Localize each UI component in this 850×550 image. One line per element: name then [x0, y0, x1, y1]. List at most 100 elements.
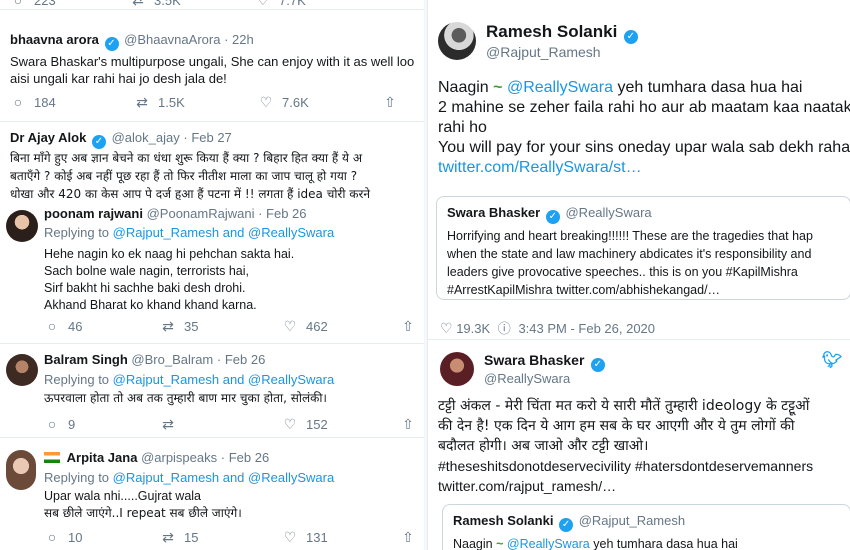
quote-text: Naagin ~ @ReallySwara yeh tumhara dasa h…: [453, 537, 738, 550]
tweet-poonam[interactable]: poonam rajwani @PoonamRajwani · Feb 26 R…: [0, 200, 425, 344]
quote-header: Ramesh Solanki ✓ @Rajput_Ramesh: [453, 513, 685, 532]
share-action[interactable]: ⇧: [400, 318, 424, 335]
author-name[interactable]: bhaavna arora: [10, 32, 99, 47]
reply-action[interactable]: ○ 46: [44, 318, 83, 334]
author-handle[interactable]: @ReallySwara: [565, 205, 651, 220]
tweet-header: Balram Singh @Bro_Balram · Feb 26: [44, 352, 266, 367]
avatar[interactable]: [438, 22, 476, 60]
author-name[interactable]: Balram Singh: [44, 352, 128, 367]
retweet-action[interactable]: ⇄ 15: [160, 529, 198, 546]
reply-icon: ○: [13, 94, 23, 110]
mention-link[interactable]: @ReallySwara: [507, 537, 590, 550]
author-handle[interactable]: @PoonamRajwani: [147, 206, 255, 221]
tweet-text: Hehe nagin ko ek naag hi pehchan sakta h…: [44, 247, 295, 312]
tweet-header: poonam rajwani @PoonamRajwani · Feb 26: [44, 206, 307, 221]
share-action[interactable]: ⇧: [400, 416, 424, 433]
author-name[interactable]: Swara Bhasker: [447, 205, 540, 220]
reply-action[interactable]: ○ 184: [10, 94, 56, 110]
avatar[interactable]: [6, 354, 38, 386]
mention-link[interactable]: @Rajput_Ramesh: [113, 225, 219, 240]
mention-link[interactable]: @Rajput_Ramesh: [113, 372, 219, 387]
quoted-tweet[interactable]: Ramesh Solanki ✓ @Rajput_Ramesh Naagin ~…: [442, 504, 850, 550]
author-name[interactable]: Swara Bhasker: [484, 352, 584, 368]
avatar[interactable]: [6, 450, 36, 490]
replying-to: Replying to @Rajput_Ramesh and @ReallySw…: [44, 470, 335, 485]
like-action[interactable]: ♡ 131: [282, 529, 328, 546]
reply-action[interactable]: ○ 10: [44, 529, 83, 545]
author-handle[interactable]: @Rajput_Ramesh: [486, 44, 601, 60]
author-name[interactable]: poonam rajwani: [44, 206, 143, 221]
verified-badge-icon: ✓: [623, 30, 638, 44]
like-action[interactable]: ♡ 7.6K: [258, 94, 309, 111]
snake-emoji-icon: ~: [496, 537, 504, 550]
retweet-action[interactable]: ⇄: [160, 416, 184, 433]
tweet-header: Dr Ajay Alok ✓ @alok_ajay · Feb 27: [10, 130, 232, 149]
mention-link[interactable]: @ReallySwara: [507, 79, 613, 96]
avatar[interactable]: [6, 210, 38, 242]
avatar[interactable]: [440, 352, 474, 386]
retweet-action[interactable]: ⇄ 3.5K: [130, 0, 181, 9]
share-icon: ⇧: [402, 318, 414, 334]
retweet-action[interactable]: ⇄ 35: [160, 318, 198, 335]
mention-link[interactable]: @ReallySwara: [248, 225, 334, 240]
quoted-tweet[interactable]: Swara Bhasker ✓ @ReallySwara Horrifying …: [436, 196, 850, 300]
tweet-text: टट्टी अंकल - मेरी चिंता मत करो ये सारी म…: [438, 398, 810, 454]
share-action[interactable]: ⇧: [382, 94, 406, 111]
verified-badge-icon: ✓: [545, 210, 560, 224]
snake-emoji-icon: ~: [493, 79, 503, 96]
author-name[interactable]: Dr Ajay Alok: [10, 130, 86, 145]
like-action[interactable]: ♡ 7.7K: [255, 0, 306, 9]
author-handle[interactable]: @BhaavnaArora: [124, 32, 220, 47]
quote-text: Horrifying and heart breaking!!!!!! Thes…: [447, 229, 813, 297]
tweet-text: Swara Bhaskar's multipurpose ungali, She…: [10, 54, 415, 86]
tweet-link[interactable]: twitter.com/ReallySwara/st…: [438, 158, 850, 178]
author-handle[interactable]: @Rajput_Ramesh: [579, 513, 685, 528]
tweet-time[interactable]: Feb 27: [191, 130, 231, 145]
mention-link[interactable]: @ReallySwara: [248, 470, 334, 485]
author-handle[interactable]: @Bro_Balram: [131, 352, 213, 367]
tweet-time[interactable]: Feb 26: [266, 206, 306, 221]
quote-header: Swara Bhasker ✓ @ReallySwara: [447, 205, 652, 224]
tweet-ajay-alok[interactable]: Dr Ajay Alok ✓ @alok_ajay · Feb 27 बिना …: [0, 122, 425, 204]
heart-icon: ♡: [283, 318, 297, 334]
tweet-bhaavna[interactable]: bhaavna arora ✓ @BhaavnaArora · 22h Swar…: [0, 22, 425, 122]
tweet-link[interactable]: twitter.com/rajput_ramesh/…: [438, 476, 616, 496]
author-name[interactable]: Arpita Jana: [67, 450, 138, 465]
author-handle[interactable]: @alok_ajay: [112, 130, 180, 145]
reply-icon: ○: [47, 529, 57, 545]
reply-action[interactable]: ○ 9: [44, 416, 75, 432]
share-action[interactable]: ⇧: [400, 529, 424, 546]
author-handle[interactable]: @arpispeaks: [141, 450, 217, 465]
tweet-text: ऊपरवाला होता तो अब तक तुम्हारी बाण मार च…: [44, 391, 327, 405]
india-flag-icon: [44, 452, 60, 463]
left-reply-thread: ○ 223 ⇄ 3.5K ♡ 7.7K bhaavna arora ✓ @Bhaavn…: [0, 0, 425, 550]
tweet-time[interactable]: Feb 26: [225, 352, 265, 367]
tweet-text: Naagin ~ @ReallySwara yeh tumhara dasa h…: [438, 78, 850, 178]
heart-icon: ♡: [259, 94, 273, 110]
tweet-swara[interactable]: Swara Bhasker ✓ @ReallySwara 🐦︎ टट्टी अं…: [428, 340, 850, 550]
tweet-time[interactable]: 22h: [232, 32, 254, 47]
heart-icon: ♡: [256, 0, 270, 8]
tweet-time[interactable]: Feb 26: [229, 450, 269, 465]
like-action[interactable]: ♡ 462: [282, 318, 328, 335]
share-icon: ⇧: [384, 94, 396, 110]
tweet-header: bhaavna arora ✓ @BhaavnaArora · 22h: [10, 32, 254, 51]
like-action[interactable]: ♡ 19.3K: [440, 320, 490, 336]
mention-link[interactable]: @ReallySwara: [248, 372, 334, 387]
like-action[interactable]: ♡ 152: [282, 416, 328, 433]
tweet-partial-top: ○ 223 ⇄ 3.5K ♡ 7.7K: [0, 0, 425, 10]
tweet-ramesh-main[interactable]: Ramesh Solanki ✓ @Rajput_Ramesh Naagin ~…: [428, 0, 850, 340]
author-handle[interactable]: @ReallySwara: [484, 371, 570, 386]
tweet-balram[interactable]: Balram Singh @Bro_Balram · Feb 26 Replyi…: [0, 344, 425, 438]
reply-action[interactable]: ○ 223: [10, 0, 56, 8]
verified-badge-icon: ✓: [590, 358, 605, 372]
tweet-arpita[interactable]: Arpita Jana @arpispeaks · Feb 26 Replyin…: [0, 438, 425, 550]
tweet-timestamp[interactable]: 3:43 PM - Feb 26, 2020: [518, 321, 655, 336]
retweet-action[interactable]: ⇄ 1.5K: [134, 94, 185, 111]
mention-link[interactable]: @Rajput_Ramesh: [113, 470, 219, 485]
retweet-icon: ⇄: [162, 416, 174, 432]
twitter-bird-icon[interactable]: 🐦︎: [822, 350, 842, 370]
hashtag-links[interactable]: #theseshitsdonotdeservecivility #hatersd…: [438, 456, 813, 476]
author-name[interactable]: Ramesh Solanki: [453, 513, 553, 528]
author-name[interactable]: Ramesh Solanki: [486, 22, 617, 41]
